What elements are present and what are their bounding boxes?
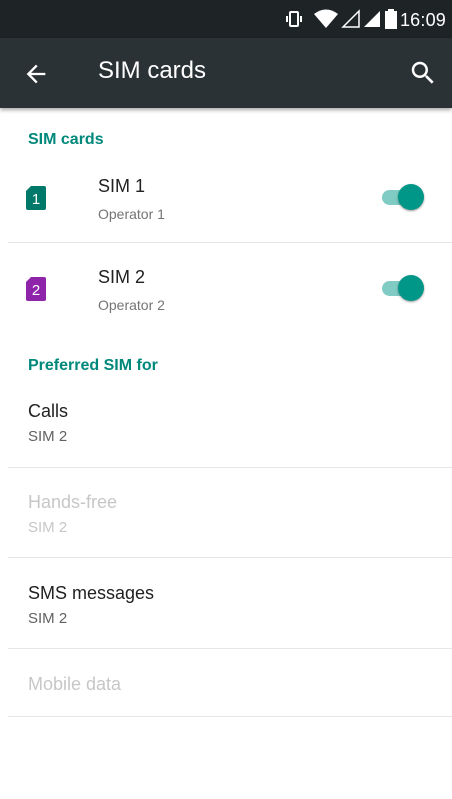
toggle-thumb <box>398 275 424 301</box>
sim-2-toggle[interactable] <box>380 275 424 301</box>
section-header-preferred-sim: Preferred SIM for <box>28 357 158 374</box>
sim-card-icon: 2 <box>26 277 46 301</box>
sim-badge-number: 2 <box>32 282 40 299</box>
arrow-back-icon[interactable] <box>22 60 50 88</box>
sim-card-icon: 1 <box>26 186 46 210</box>
signal-empty-icon <box>341 9 360 28</box>
sim-name: SIM 1 <box>98 176 146 196</box>
sim-operator: Operator 1 <box>98 206 165 222</box>
wifi-icon <box>314 9 338 28</box>
vibrate-icon <box>286 11 302 27</box>
pref-row-sms-messages[interactable]: SMS messages SIM 2 <box>0 558 452 648</box>
status-time: 16:09 <box>399 10 446 30</box>
sim-1-toggle[interactable] <box>380 184 424 210</box>
sim-row-1[interactable]: 1 SIM 1 Operator 1 <box>0 152 452 242</box>
pref-value: SIM 2 <box>28 610 68 627</box>
toggle-thumb <box>398 184 424 210</box>
pref-row-calls[interactable]: Calls SIM 2 <box>0 378 452 468</box>
pref-title: SMS messages <box>28 583 155 603</box>
search-icon[interactable] <box>408 58 438 88</box>
battery-icon <box>385 9 397 29</box>
section-header-sim-cards: SIM cards <box>28 131 104 148</box>
pref-value: SIM 2 <box>28 519 68 536</box>
status-bar: 16:09 <box>0 0 452 38</box>
sim-row-2[interactable]: 2 SIM 2 Operator 2 <box>0 243 452 333</box>
pref-row-mobile-data: Mobile data <box>0 649 452 715</box>
sim-name: SIM 2 <box>98 267 146 287</box>
signal-full-icon <box>364 11 380 27</box>
sim-badge-number: 1 <box>32 191 40 208</box>
sim-operator: Operator 2 <box>98 297 165 313</box>
pref-value: SIM 2 <box>28 428 68 445</box>
app-bar: SIM cards <box>0 38 452 108</box>
divider <box>8 716 452 717</box>
page-title: SIM cards <box>98 57 207 84</box>
pref-row-hands-free: Hands-free SIM 2 <box>0 468 452 558</box>
pref-title: Calls <box>28 401 69 421</box>
pref-title: Mobile data <box>28 674 122 694</box>
pref-title: Hands-free <box>28 492 118 512</box>
